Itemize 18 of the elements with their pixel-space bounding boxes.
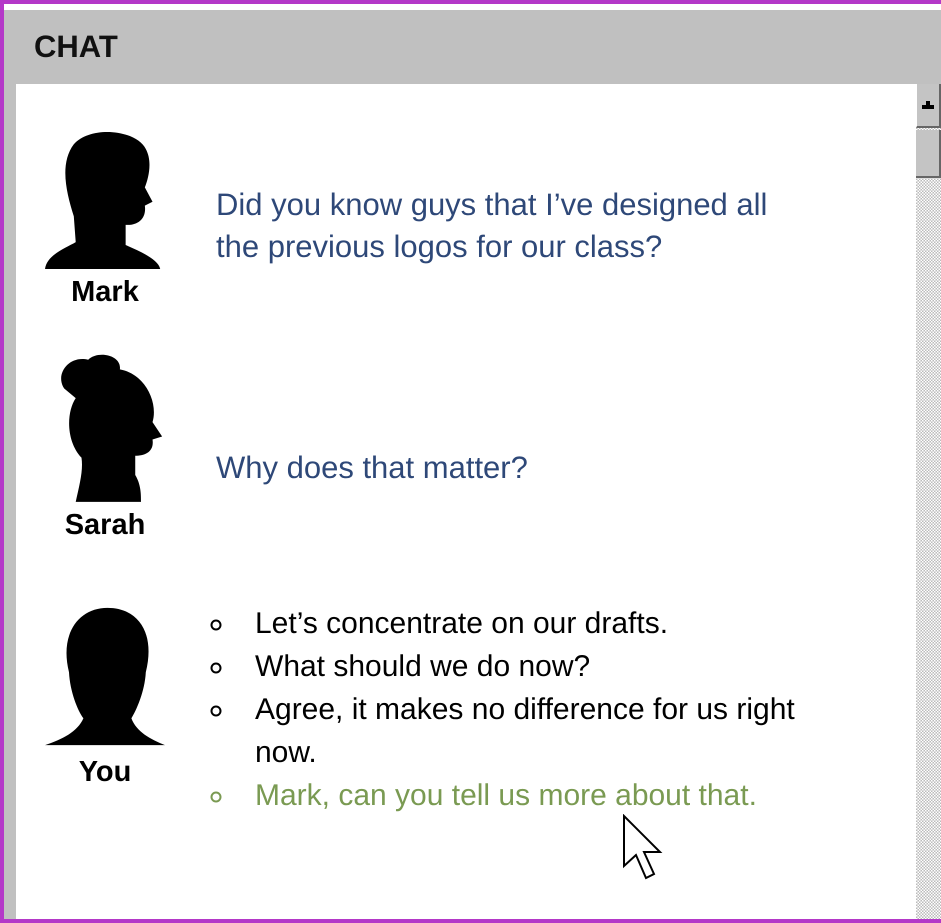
sender-name: Mark (71, 276, 139, 309)
sender-name: You (78, 756, 132, 789)
scroll-thumb[interactable] (916, 130, 941, 178)
reply-option[interactable]: What should we do now? (208, 645, 808, 688)
bullet-icon (210, 791, 222, 803)
reply-option[interactable]: Let’s concentrate on our drafts. (208, 602, 808, 645)
sender-name: Sarah (64, 509, 146, 542)
bullet-icon (210, 705, 222, 717)
mouse-pointer-icon (622, 814, 664, 882)
reply-option[interactable]: Agree, it makes no difference for us right now. (208, 688, 808, 774)
message-text: Did you know guys that I’ve designed all the previous logos for our class? (216, 186, 768, 266)
bullet-icon (210, 662, 222, 674)
scrollbar[interactable] (916, 84, 941, 919)
up-arrow-icon (922, 101, 934, 109)
bullet-icon (210, 619, 222, 631)
message-text: Why does that matter? (216, 449, 529, 487)
chat-title: CHAT (34, 29, 118, 65)
scroll-up-button[interactable] (916, 84, 941, 128)
